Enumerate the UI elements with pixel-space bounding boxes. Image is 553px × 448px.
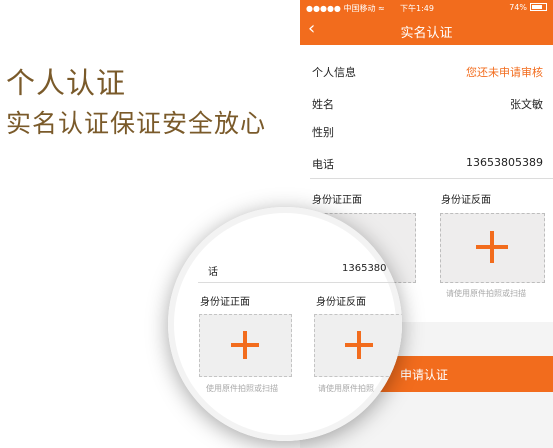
mag-phone-value: 1365380 (342, 263, 387, 274)
mag-back-hint: 请使用原件拍照 (318, 384, 374, 393)
phone-label: 电话 (312, 158, 334, 171)
info-header-label: 个人信息 (312, 66, 356, 79)
plus-icon (476, 231, 508, 263)
promo-subtitle: 实名认证保证安全放心 (6, 109, 267, 138)
phone-value: 13653805389 (466, 156, 543, 169)
info-row-gender: 性别 (312, 124, 543, 146)
divider (310, 178, 553, 179)
mag-phone-label: 话 (208, 267, 218, 278)
name-value: 张文敏 (510, 98, 543, 111)
id-back-label: 身份证反面 (441, 195, 491, 206)
name-label: 姓名 (312, 98, 334, 111)
carrier-label: ●●●●● 中国移动 ≈ (306, 4, 385, 13)
mag-id-front-upload[interactable] (199, 314, 292, 377)
plus-icon (345, 331, 373, 359)
personal-info-section: 个人信息 您还未申请审核 姓名 张文敏 性别 电话 13653805389 (300, 45, 553, 182)
id-back-hint: 请使用原件拍照或扫描 (446, 289, 526, 298)
mag-id-front-label: 身份证正面 (200, 297, 250, 308)
plus-icon (231, 331, 259, 359)
mag-divider (198, 282, 402, 283)
battery-indicator: 74% (509, 3, 547, 12)
promo-title: 个人认证 (6, 66, 127, 100)
info-row-phone: 电话 13653805389 (312, 156, 543, 178)
id-front-label: 身份证正面 (312, 195, 362, 206)
magnifier-lens: 话 1365380 身份证正面 身份证反面 使用原件拍照或扫描 请使用原件拍照 (168, 207, 402, 441)
id-back-upload[interactable] (440, 213, 545, 283)
page-title: 实名认证 (400, 26, 453, 41)
status-time: 下午1:49 (400, 4, 434, 13)
nav-bar: ‹ 实名认证 (300, 15, 553, 45)
mag-id-back-label: 身份证反面 (316, 297, 366, 308)
mag-id-back-upload[interactable] (314, 314, 402, 377)
info-header-row: 个人信息 您还未申请审核 (312, 64, 543, 86)
wifi-icon: ≈ (378, 4, 385, 13)
status-bar: ●●●●● 中国移动 ≈ 下午1:49 74% (300, 0, 553, 15)
battery-icon (530, 3, 547, 11)
submit-label: 申请认证 (400, 368, 449, 382)
info-row-name: 姓名 张文敏 (312, 96, 543, 118)
gender-label: 性别 (312, 126, 334, 139)
mag-front-hint: 使用原件拍照或扫描 (206, 384, 278, 393)
review-status[interactable]: 您还未申请审核 (466, 64, 543, 80)
